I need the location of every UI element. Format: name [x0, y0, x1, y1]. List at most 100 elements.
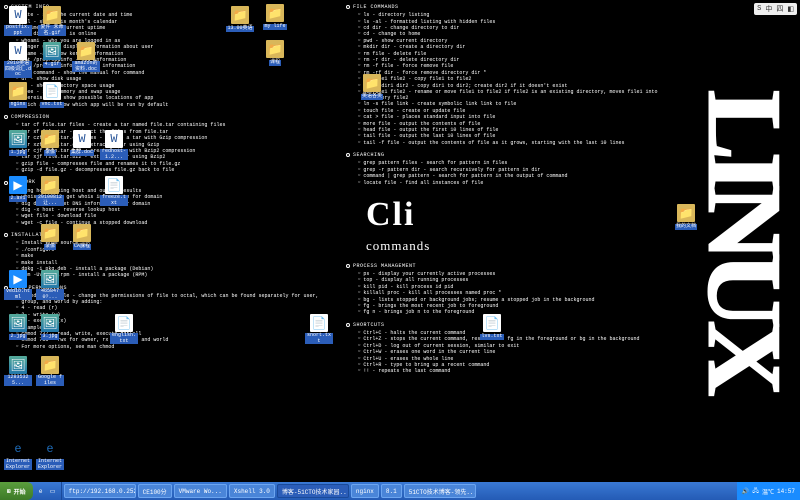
system-tray[interactable]: 🔊 🖧 温℃ 14:57: [737, 482, 800, 500]
desktop-icon[interactable]: 📁课程: [261, 40, 289, 66]
tray-net-icon[interactable]: 🖧: [752, 486, 759, 496]
icon-label: 录像: [44, 150, 56, 156]
section-header: SHORTCUTS: [346, 322, 680, 328]
desktop-icon[interactable]: 🖼1.jpg: [4, 130, 32, 156]
icon-label: 1.jpg: [9, 150, 26, 156]
icon-label: 集群.doc: [70, 150, 94, 156]
desktop-wallpaper: LINUX SYSTEM INFOdate - show the current…: [0, 0, 800, 500]
desktop-icon[interactable]: 📁CA課程: [68, 224, 96, 250]
browser-sidebar[interactable]: S中四 ◧: [754, 3, 797, 15]
desktop-icon[interactable]: 📁英语各类: [358, 74, 386, 100]
icon-label: my life: [263, 24, 286, 30]
file-icon: 🖼: [9, 314, 27, 332]
desktop-icon[interactable]: 🖼3.jpg: [36, 314, 64, 340]
icon-label: lvs.txt: [480, 334, 503, 340]
icon-label: 2.jpg: [9, 334, 26, 340]
desktop-icon[interactable]: 📁我的文档: [672, 204, 700, 230]
file-icon: 📄: [105, 176, 123, 194]
taskbar-button[interactable]: VMware Wo...: [174, 484, 227, 498]
section-header: SEARCHING: [346, 152, 680, 158]
desktop-icon[interactable]: 🖼 2.jpg: [4, 314, 32, 340]
icon-label: 20100812让...: [36, 195, 64, 206]
taskbar-button[interactable]: 51CTO技术博客-领先...: [404, 484, 476, 498]
taskbar-button[interactable]: ftp://192.168.0.252/P...: [64, 484, 136, 498]
section-header: COMPRESSION: [4, 114, 338, 120]
file-icon: 🖼: [41, 314, 59, 332]
taskbar-button[interactable]: 博客-51CTO技术家园...: [277, 484, 349, 498]
icon-label: postfix.ppt: [4, 25, 32, 36]
desktop-icon[interactable]: 📁Google files: [36, 356, 64, 386]
icon-label: 4.gif: [43, 62, 60, 68]
icon-label: snort.txt: [305, 333, 333, 344]
desktop-icon[interactable]: 📁录像: [36, 224, 64, 250]
desktop-icon[interactable]: 📁复件 未命名.gif: [38, 6, 66, 36]
command-line: mv file1 file2 - rename or move file1 to…: [346, 89, 680, 102]
icon-label: redhost-1.2...: [100, 149, 128, 160]
quick-launch: e ▭: [33, 482, 62, 500]
tray-sound-icon[interactable]: 🔊: [742, 488, 749, 495]
file-icon: ▶: [9, 270, 27, 288]
file-icon: e: [41, 440, 59, 458]
icon-label: vnc.txt: [40, 102, 63, 108]
desktop-icon[interactable]: 📁录像: [36, 130, 64, 156]
start-button[interactable]: ⊞ 开始: [0, 482, 33, 500]
icon-label: CA課程: [73, 244, 91, 250]
icon-label: Internet Explorer: [4, 459, 32, 470]
taskbar-button[interactable]: CE100分: [138, 484, 172, 498]
file-icon: 🖼: [9, 356, 27, 374]
command-line: tail -f file - output the contents of fi…: [346, 140, 680, 146]
desktop-icon[interactable]: 📄vnc.txt: [38, 82, 66, 108]
command-line: fg n - brings job n to the foreground: [346, 309, 680, 315]
tray-temp: 温℃: [762, 487, 774, 496]
desktop-icon[interactable]: ▶vedio.html: [4, 270, 32, 300]
command-line: !! - repeats the last command: [346, 368, 680, 374]
taskbar-button[interactable]: Xshell 3.0: [229, 484, 275, 498]
icon-label: amazon的资料.doc: [72, 61, 100, 72]
desktop-icon[interactable]: 📁amazon的资料.doc: [72, 42, 100, 72]
desktop-icon[interactable]: W集群.doc: [68, 130, 96, 156]
icon-label: Internet Explorer: [36, 459, 64, 470]
cli-subheading: commands: [366, 238, 680, 254]
file-icon: 📁: [41, 356, 59, 374]
file-icon: 📁: [266, 40, 284, 58]
file-icon: 🖼: [41, 270, 59, 288]
desktop-icon[interactable]: 📄snort.txt: [305, 314, 333, 344]
desktop-icon[interactable]: W2010英语四级词汇.doc: [4, 42, 32, 78]
file-icon: 📄: [115, 314, 133, 332]
desktop-icon[interactable]: ▶2.avi: [4, 176, 32, 202]
desktop-icon[interactable]: eInternet Explorer: [36, 440, 64, 470]
desktop-icon[interactable]: 🖼4658470?...: [36, 270, 64, 300]
ie-icon[interactable]: e: [36, 486, 46, 496]
icon-label: freeze.txt: [100, 195, 128, 206]
desktop-icon[interactable]: ▭: [48, 486, 58, 496]
file-icon: W: [9, 42, 27, 60]
desktop-icon[interactable]: 🖼12835325...: [4, 356, 32, 386]
browser-tool-icon[interactable]: 四: [776, 4, 783, 14]
command-line: locate file - find all instances of file: [346, 180, 680, 186]
desktop-icon[interactable]: 📄 lvs.txt: [478, 314, 506, 340]
desktop-icon[interactable]: 📁13.00英语: [226, 6, 254, 32]
icon-label: 我的文档: [675, 224, 697, 230]
windows-icon: ⊞: [7, 488, 11, 495]
desktop-icon[interactable]: 📄freeze.txt: [100, 176, 128, 206]
file-icon: 🖼: [43, 42, 61, 60]
file-icon: 📄: [483, 314, 501, 332]
desktop-icon[interactable]: Wredhost-1.2...: [100, 130, 128, 160]
desktop-icon[interactable]: 📁nginx: [4, 82, 32, 108]
file-icon: 📁: [231, 6, 249, 24]
icon-label: vedio.html: [4, 289, 32, 300]
browser-tool-icon[interactable]: 中: [765, 4, 772, 14]
desktop-icon[interactable]: 📁20100812让...: [36, 176, 64, 206]
desktop-icon[interactable]: Wpostfix.ppt: [4, 6, 32, 36]
desktop-icon[interactable]: 📁my life: [261, 4, 289, 30]
desktop-icon[interactable]: 🖼 4.gif: [38, 42, 66, 68]
desktop-icon[interactable]: 📄english.txt: [110, 314, 138, 344]
command-line: For more options, see man chmod: [4, 344, 338, 350]
browser-tool-icon[interactable]: ◧: [787, 5, 794, 14]
taskbar-button[interactable]: 8.1: [381, 484, 402, 498]
browser-tool-icon[interactable]: S: [757, 5, 761, 13]
icon-label: 4658470?...: [36, 289, 64, 300]
icon-label: 录像: [44, 244, 56, 250]
taskbar-button[interactable]: nginx: [351, 484, 379, 498]
desktop-icon[interactable]: eInternet Explorer: [4, 440, 32, 470]
